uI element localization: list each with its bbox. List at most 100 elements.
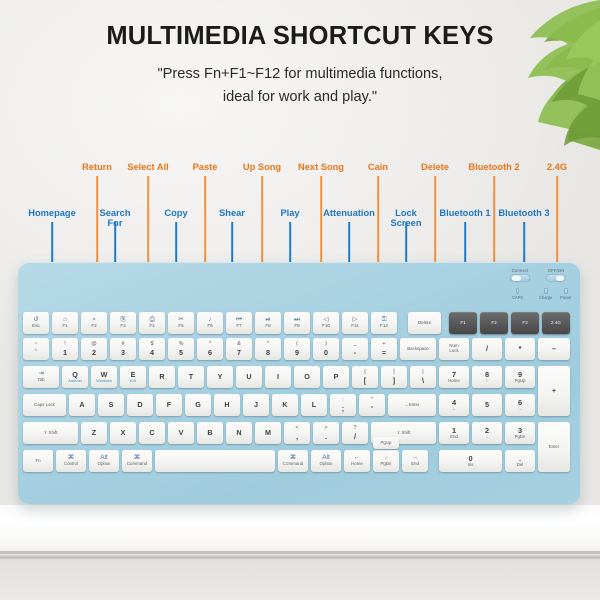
key-6[interactable]: 6 → xyxy=(505,394,535,416)
key-enter[interactable]: ←Enter xyxy=(388,394,436,416)
key-p[interactable]: P xyxy=(323,366,349,388)
key-m[interactable]: M xyxy=(255,422,281,444)
key-[interactable]: <, xyxy=(284,422,310,444)
key-f3[interactable]: F3 xyxy=(511,312,539,334)
key-2[interactable]: @2 xyxy=(81,338,107,360)
key-f9[interactable]: ⏭ F9 xyxy=(284,312,310,334)
key-h[interactable]: H xyxy=(214,394,240,416)
key-[interactable]: . Del xyxy=(505,450,535,472)
key-arrow-up[interactable]: PgUp xyxy=(373,437,399,449)
key-i[interactable]: I xyxy=(265,366,291,388)
key-f1[interactable]: ⌂ F1 xyxy=(52,312,78,334)
key-f2[interactable]: ⌕ F2 xyxy=(81,312,107,334)
key-x[interactable]: X xyxy=(110,422,136,444)
key-[interactable]: >. xyxy=(313,422,339,444)
key-f12[interactable]: ⚿ F12 xyxy=(371,312,397,334)
key-u[interactable]: U xyxy=(236,366,262,388)
key-b[interactable]: B xyxy=(197,422,223,444)
key-fn[interactable]: Fn xyxy=(23,450,53,472)
key-c[interactable]: C xyxy=(139,422,165,444)
key-8[interactable]: 8 ↑ xyxy=(472,366,502,388)
key-f7[interactable]: ⏮ F7 xyxy=(226,312,252,334)
key-option[interactable]: Alt Option xyxy=(311,450,341,472)
key-a[interactable]: A xyxy=(69,394,95,416)
key-[interactable]: {[ xyxy=(352,366,378,388)
key-2[interactable]: 2 ↓ xyxy=(472,422,502,444)
key-command[interactable]: ⌘ Command xyxy=(122,450,152,472)
key-[interactable]: :; xyxy=(330,394,356,416)
key-o[interactable]: O xyxy=(294,366,320,388)
key-command[interactable]: ⌘ Command xyxy=(278,450,308,472)
key-f[interactable]: F xyxy=(156,394,182,416)
key-f1[interactable]: F1 xyxy=(449,312,477,334)
key-v[interactable]: V xyxy=(168,422,194,444)
key-[interactable]: " ' xyxy=(359,394,385,416)
key-e[interactable]: EiOS xyxy=(120,366,146,388)
key-[interactable]: ? / xyxy=(342,422,368,444)
key-y[interactable]: Y xyxy=(207,366,233,388)
key-7[interactable]: 7 Home xyxy=(439,366,469,388)
switch-knob[interactable] xyxy=(555,275,564,282)
switch-knob[interactable] xyxy=(512,275,521,282)
key-f5[interactable]: ✂ F5 xyxy=(168,312,194,334)
key-t[interactable]: T xyxy=(178,366,204,388)
key-home[interactable]: ← Home xyxy=(344,450,370,472)
key-3[interactable]: 3 PgDn xyxy=(505,422,535,444)
key-1[interactable]: ! 1 xyxy=(52,338,78,360)
key-0[interactable]: ) 0 xyxy=(313,338,339,360)
switch-track[interactable] xyxy=(510,274,530,282)
key-esc[interactable]: ↺ Esc xyxy=(23,312,49,334)
key-[interactable]: – xyxy=(538,338,570,360)
key-tab[interactable]: ⇥ Tab xyxy=(23,366,59,388)
key-f3[interactable]: ⎘ F3 xyxy=(110,312,136,334)
key-delete[interactable]: Delete xyxy=(408,312,441,334)
key-4[interactable]: $4 xyxy=(139,338,165,360)
key-[interactable]: ~ ` xyxy=(23,338,49,360)
key-[interactable]: _ - xyxy=(342,338,368,360)
key-5[interactable]: % 5 xyxy=(168,338,194,360)
key-f2[interactable]: F2 xyxy=(480,312,508,334)
key-backspace[interactable]: Backspace xyxy=(400,338,436,360)
key-shift[interactable]: ⇧ Shift xyxy=(23,422,78,444)
key-[interactable]: }] xyxy=(381,366,407,388)
key-f10[interactable]: ◁ F10 xyxy=(313,312,339,334)
key-2-4g[interactable]: 2.4G xyxy=(542,312,570,334)
key-q[interactable]: Q Android xyxy=(62,366,88,388)
key-[interactable]: | \ xyxy=(410,366,436,388)
key-r[interactable]: R xyxy=(149,366,175,388)
key-control[interactable]: ⌘ Control xyxy=(56,450,86,472)
key-5[interactable]: 5 xyxy=(472,394,502,416)
key-7[interactable]: & 7 xyxy=(226,338,252,360)
key-3[interactable]: #3 xyxy=(110,338,136,360)
switch-connect[interactable]: Connect xyxy=(510,268,530,282)
key-9[interactable]: (9 xyxy=(284,338,310,360)
key-8[interactable]: * 8 xyxy=(255,338,281,360)
key-[interactable]: + = xyxy=(371,338,397,360)
key-g[interactable]: G xyxy=(185,394,211,416)
key-f8[interactable]: ⏯ F8 xyxy=(255,312,281,334)
key-n[interactable]: N xyxy=(226,422,252,444)
key-key[interactable] xyxy=(155,450,275,472)
key-[interactable]: / xyxy=(472,338,502,360)
key-0[interactable]: 0 Ins xyxy=(439,450,502,472)
key-9[interactable]: 9 PgUp xyxy=(505,366,535,388)
key-k[interactable]: K xyxy=(272,394,298,416)
key-j[interactable]: J xyxy=(243,394,269,416)
key-d[interactable]: D xyxy=(127,394,153,416)
key-end[interactable]: → End xyxy=(402,450,428,472)
key-w[interactable]: W Windows xyxy=(91,366,117,388)
key-option[interactable]: Alt Option xyxy=(89,450,119,472)
key-z[interactable]: Z xyxy=(81,422,107,444)
key-[interactable]: * xyxy=(505,338,535,360)
key-pgdn[interactable]: ↓ PgDn xyxy=(373,450,399,472)
key-6[interactable]: ^ 6 xyxy=(197,338,223,360)
key-caps-lock[interactable]: Caps Lock xyxy=(23,394,66,416)
key-[interactable]: + xyxy=(538,366,570,416)
key-num-lock[interactable]: Num Lock xyxy=(439,338,469,360)
key-s[interactable]: S xyxy=(98,394,124,416)
key-l[interactable]: L xyxy=(301,394,327,416)
key-enter[interactable]: Enter xyxy=(538,422,570,472)
switch-track[interactable] xyxy=(546,274,566,282)
key-f11[interactable]: ▷ F11 xyxy=(342,312,368,334)
key-f6[interactable]: ♪ F6 xyxy=(197,312,223,334)
